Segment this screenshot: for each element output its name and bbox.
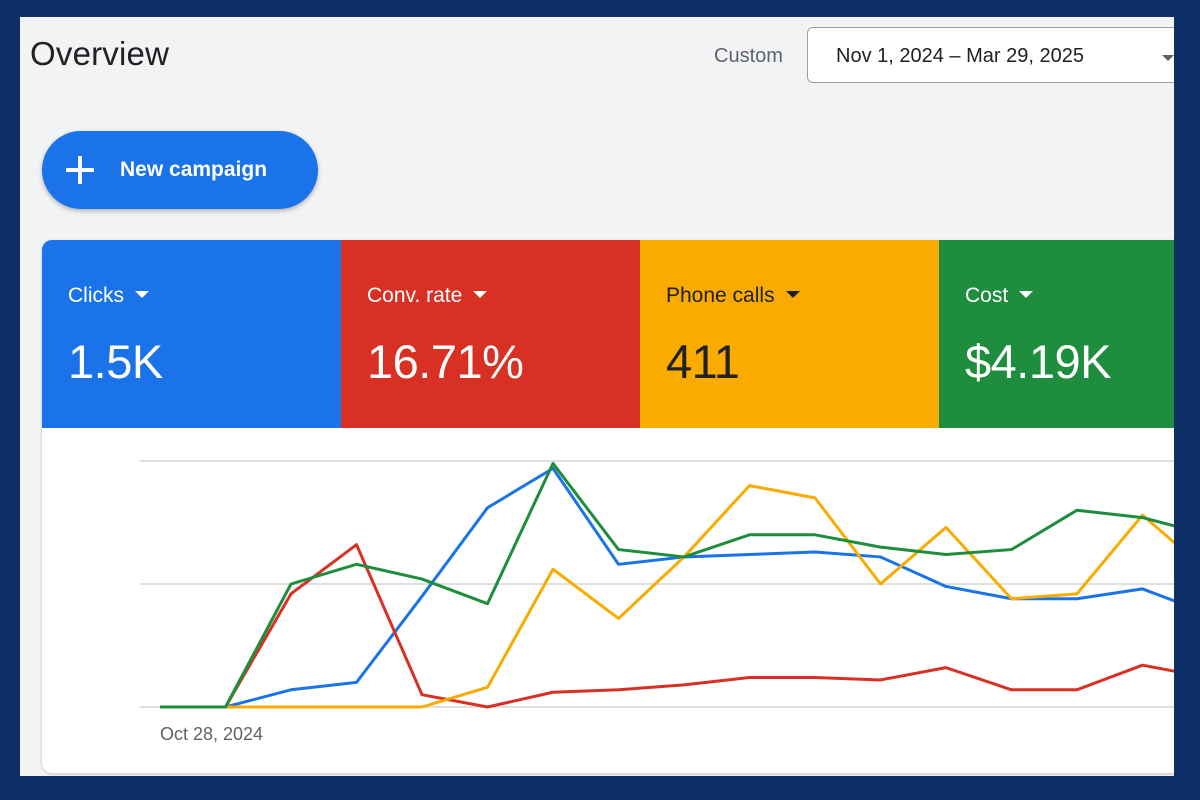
caret-down-icon (135, 291, 149, 298)
metric-label: Phone calls (666, 284, 775, 307)
metric-value: 16.71% (367, 335, 524, 388)
series-line-cost (160, 461, 1174, 709)
performance-line-chart: Oct 28, 2024 (140, 460, 1174, 744)
metric-tile-phone-calls[interactable]: Phone calls 411 (640, 240, 939, 428)
metric-name: Conv. rate (367, 284, 488, 308)
metric-tile-cost[interactable]: Cost $4.19K (939, 240, 1174, 428)
metric-name: Phone calls (666, 284, 800, 308)
new-campaign-label: New campaign (120, 158, 268, 181)
metric-name: Cost (965, 284, 1034, 308)
app-screen: Overview Custom Nov 1, 2024 – Mar 29, 20… (20, 17, 1174, 776)
series-line-clicks (160, 466, 1174, 709)
metric-value: $4.19K (965, 335, 1111, 388)
chevron-down-icon (1162, 55, 1174, 61)
page-title: Overview (30, 35, 170, 72)
caret-down-icon (785, 291, 800, 298)
metric-tile-conv-rate[interactable]: Conv. rate 16.71% (341, 240, 640, 428)
caret-down-icon (1019, 291, 1034, 298)
series-line-conv-rate (160, 543, 1174, 709)
caret-down-icon (473, 291, 488, 298)
plus-icon (66, 156, 94, 184)
x-axis-tick-label: Oct 28, 2024 (160, 724, 263, 744)
metric-value: 1.5K (68, 335, 163, 388)
metric-value: 411 (666, 335, 740, 388)
date-range-dropdown[interactable]: Nov 1, 2024 – Mar 29, 2025 (807, 27, 1174, 83)
metric-name: Clicks (68, 284, 149, 308)
date-range-value: Nov 1, 2024 – Mar 29, 2025 (836, 45, 1084, 67)
series-line-phone-calls (160, 484, 1174, 709)
date-range-type-label: Custom (714, 45, 783, 67)
performance-card: Clicks 1.5K Conv. rate 16.71% Phone call… (42, 240, 1174, 773)
metric-tile-clicks[interactable]: Clicks 1.5K (42, 240, 341, 428)
metric-label: Conv. rate (367, 284, 463, 307)
metric-label: Clicks (68, 284, 124, 307)
new-campaign-button[interactable]: New campaign (42, 131, 318, 209)
metric-label: Cost (965, 284, 1009, 307)
